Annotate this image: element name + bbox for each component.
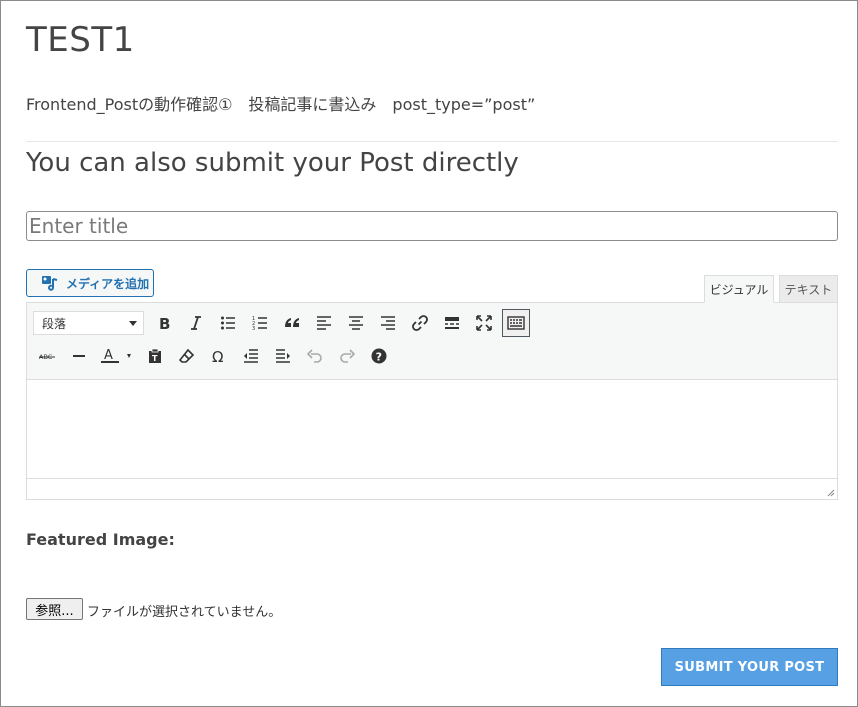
fullscreen-icon <box>476 315 492 331</box>
svg-text:Ω: Ω <box>212 348 223 364</box>
page-description: Frontend_Postの動作確認① 投稿記事に書込み post_type=”… <box>26 95 536 114</box>
horizontal-line-icon <box>73 355 85 357</box>
tab-text[interactable]: テキスト <box>779 275 838 303</box>
file-browse-button[interactable]: 参照... <box>26 598 83 620</box>
italic-button[interactable] <box>182 309 210 337</box>
editor-content-area[interactable] <box>27 380 837 480</box>
format-select-value: 段落 <box>42 316 67 331</box>
resize-handle-icon[interactable] <box>825 487 835 497</box>
add-media-button[interactable]: メディアを追加 <box>26 269 154 297</box>
numbered-list-icon: 123 <box>252 316 267 331</box>
svg-text:A: A <box>104 348 113 363</box>
strikethrough-icon: ABC <box>39 353 55 361</box>
text-color-icon: A <box>101 348 131 363</box>
bullet-list-icon <box>221 316 235 330</box>
editor-statusbar <box>27 478 837 499</box>
svg-text:?: ? <box>376 351 382 364</box>
chevron-down-icon <box>129 321 137 326</box>
tab-visual[interactable]: ビジュアル <box>704 275 774 303</box>
submit-post-button[interactable]: SUBMIT YOUR POST <box>661 648 838 686</box>
align-center-icon <box>349 316 363 330</box>
link-button[interactable] <box>406 309 434 337</box>
page-title: TEST1 <box>26 20 135 60</box>
fullscreen-button[interactable] <box>470 309 498 337</box>
bold-icon: B <box>159 315 170 331</box>
blockquote-icon <box>285 318 299 327</box>
align-left-button[interactable] <box>310 309 338 337</box>
redo-button[interactable] <box>333 342 361 370</box>
toolbar-toggle-icon <box>507 316 525 330</box>
post-title-input[interactable] <box>26 211 838 241</box>
read-more-button[interactable] <box>438 309 466 337</box>
help-icon: ? <box>371 348 387 364</box>
indent-button[interactable] <box>269 342 297 370</box>
align-left-icon <box>317 316 331 330</box>
link-icon <box>412 315 428 331</box>
form-heading: You can also submit your Post directly <box>26 148 519 178</box>
editor-toolbar: 段落 B 123 ABC A T Ω ? <box>27 303 837 380</box>
undo-icon <box>307 349 322 363</box>
text-color-button[interactable]: A <box>97 342 137 370</box>
add-media-label: メディアを追加 <box>66 276 150 291</box>
clear-formatting-icon <box>179 348 195 363</box>
format-select[interactable]: 段落 <box>33 311 144 335</box>
read-more-icon <box>445 317 459 329</box>
outdent-icon <box>244 349 258 363</box>
numbered-list-button[interactable]: 123 <box>246 309 274 337</box>
clear-formatting-button[interactable] <box>173 342 201 370</box>
toolbar-toggle-button[interactable] <box>502 309 530 337</box>
undo-button[interactable] <box>301 342 329 370</box>
divider <box>26 141 838 142</box>
svg-text:T: T <box>152 354 158 363</box>
toolbar-row-1: 段落 B 123 <box>33 308 534 338</box>
indent-icon <box>276 349 290 363</box>
special-character-button[interactable]: Ω <box>205 342 233 370</box>
toolbar-row-2: ABC A T Ω ? <box>33 341 397 371</box>
strikethrough-button[interactable]: ABC <box>33 342 61 370</box>
align-center-button[interactable] <box>342 309 370 337</box>
horizontal-line-button[interactable] <box>65 342 93 370</box>
bold-button[interactable]: B <box>150 309 178 337</box>
post-content-editor: 段落 B 123 ABC A T Ω ? <box>26 302 838 500</box>
svg-text:3: 3 <box>252 326 255 331</box>
redo-icon <box>340 349 355 363</box>
bullet-list-button[interactable] <box>214 309 242 337</box>
blockquote-button[interactable] <box>278 309 306 337</box>
special-character-icon: Ω <box>212 348 223 364</box>
help-button[interactable]: ? <box>365 342 393 370</box>
align-right-button[interactable] <box>374 309 402 337</box>
italic-icon <box>191 316 201 330</box>
paste-text-icon: T <box>149 348 161 363</box>
outdent-button[interactable] <box>237 342 265 370</box>
svg-text:B: B <box>159 315 170 331</box>
file-status-text: ファイルが選択されていません。 <box>87 605 282 620</box>
add-media-icon <box>41 275 59 291</box>
paste-text-button[interactable]: T <box>141 342 169 370</box>
featured-image-label: Featured Image: <box>26 530 175 549</box>
align-right-icon <box>381 316 395 330</box>
